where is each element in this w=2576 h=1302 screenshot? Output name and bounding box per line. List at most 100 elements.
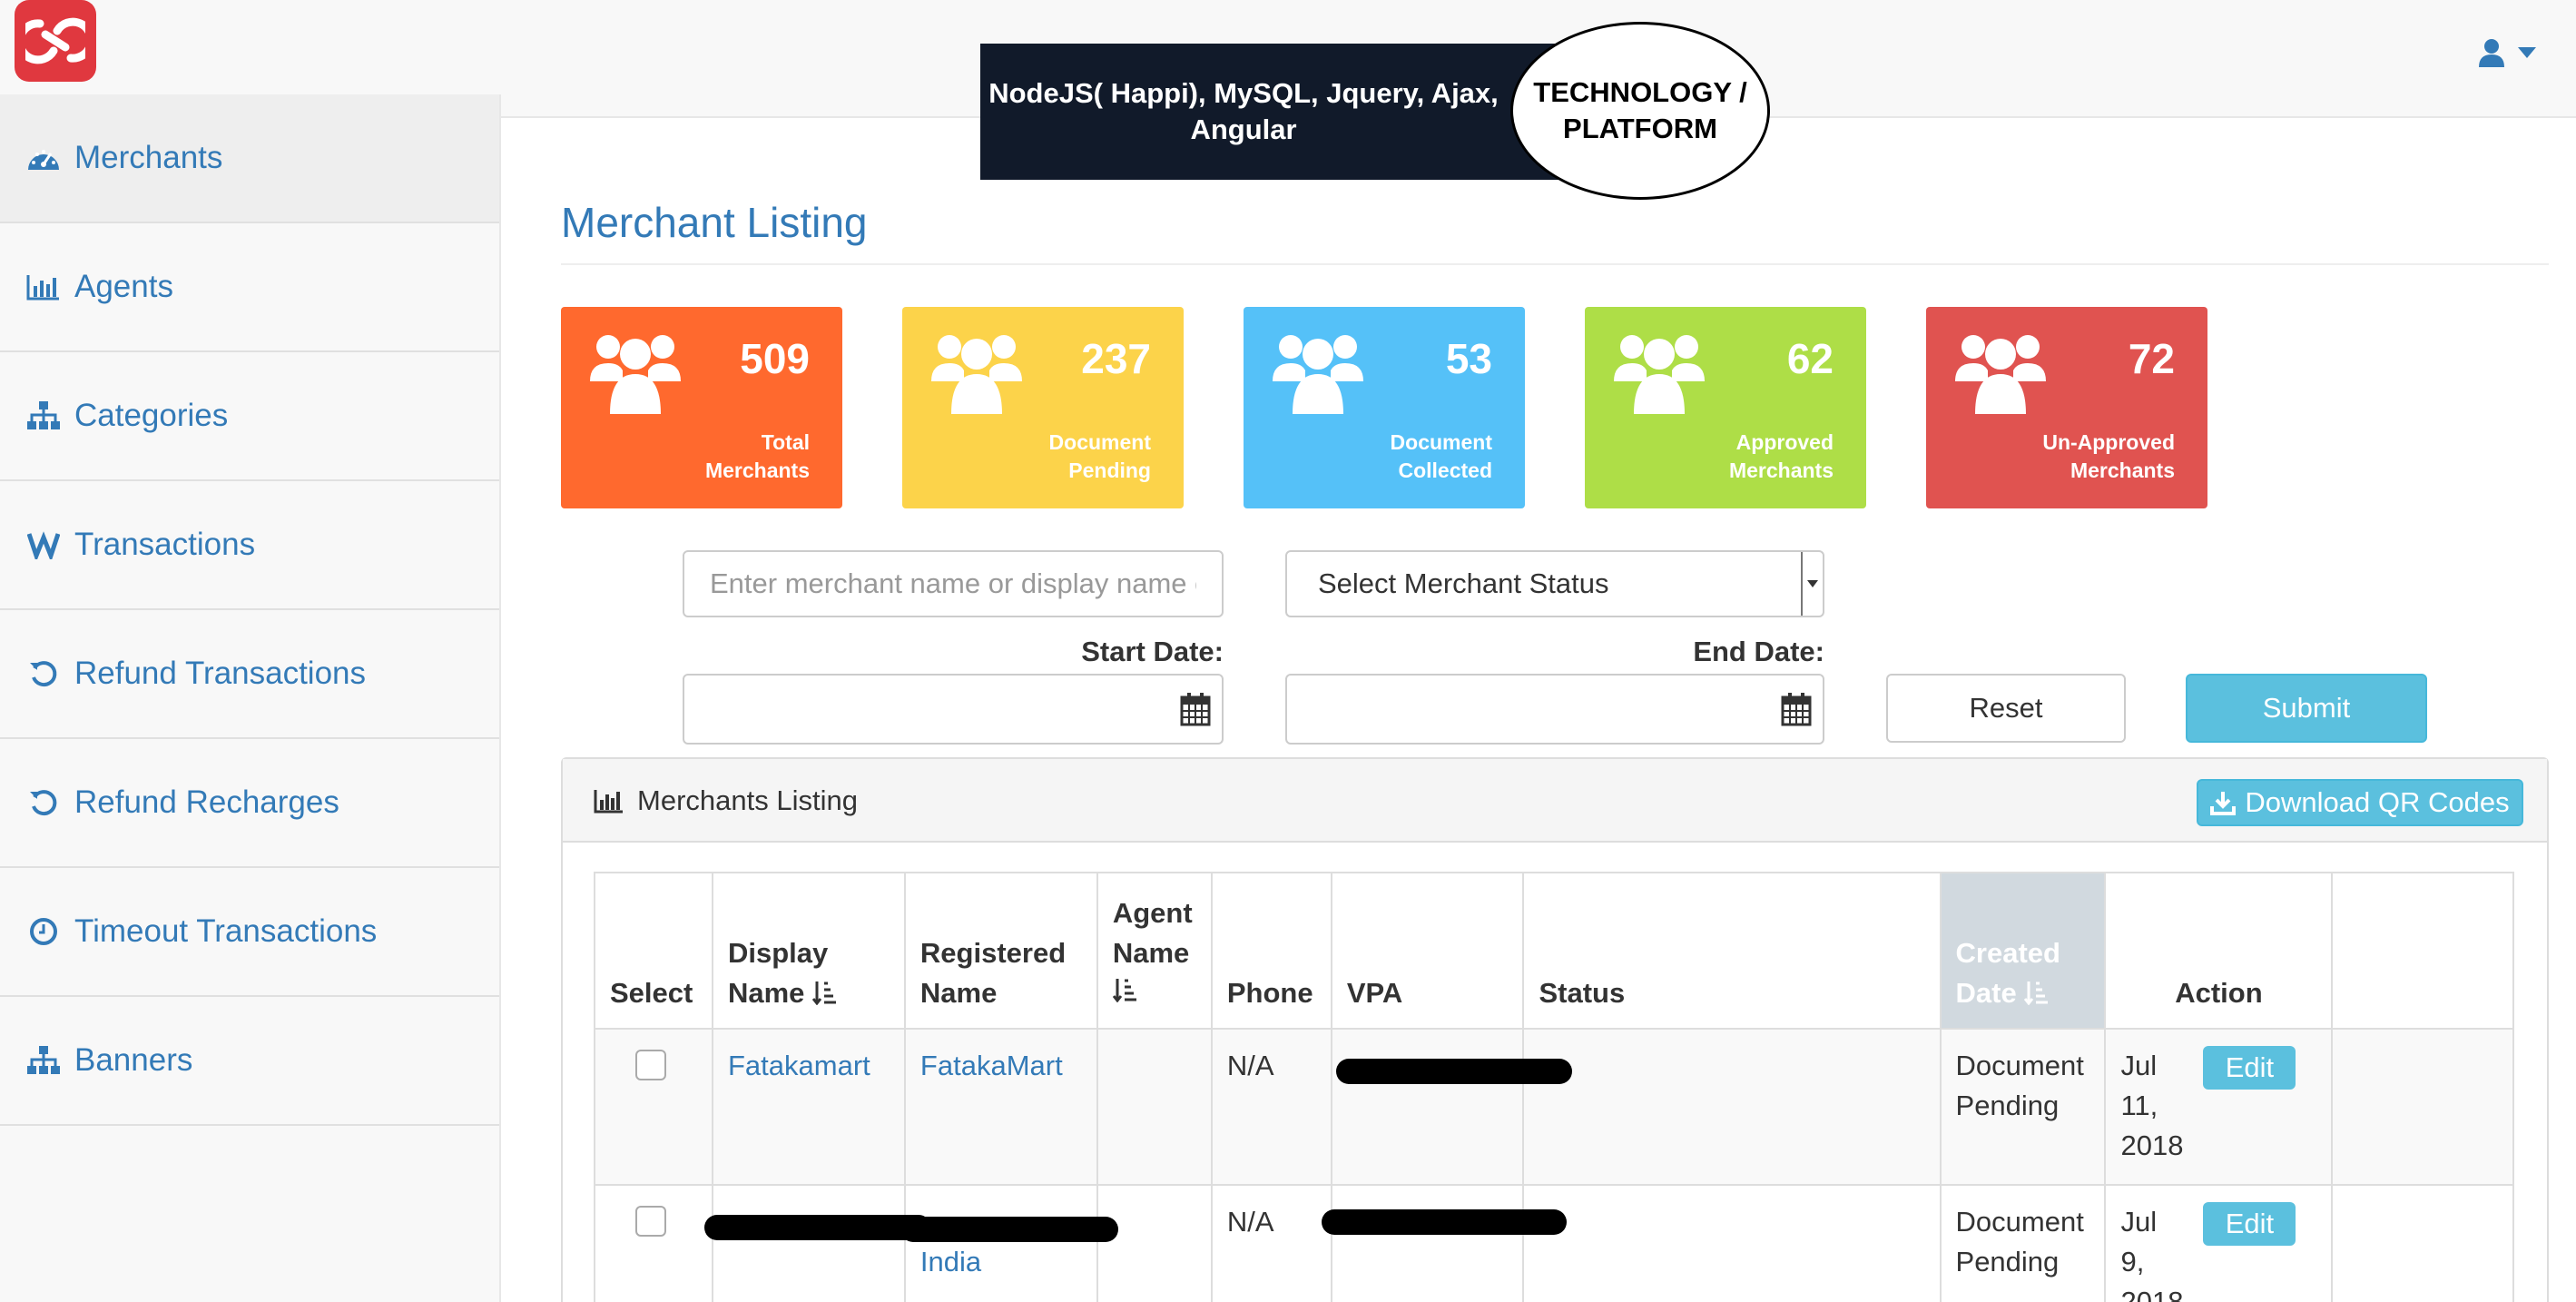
reset-button[interactable]: Reset [1886, 674, 2126, 743]
start-date-label: Start Date: [1081, 636, 1224, 667]
display-name-cell[interactable]: Fatakamart [711, 1028, 906, 1186]
status-cell [1522, 1184, 1942, 1302]
user-icon [2479, 39, 2504, 67]
redacted-registered-name [900, 1217, 1118, 1242]
sidebar-item-timeout-transactions[interactable]: Timeout Transactions [0, 868, 499, 997]
merchants-listing-panel: Merchants Listing Download QR Codes Sele… [561, 757, 2549, 1302]
column-header-select: Select [594, 872, 713, 1030]
stat-card-unapproved-merchants[interactable]: 72 Un-Approved Merchants [1926, 307, 2207, 508]
created-date-cell: Jul 9, 2018 Edit [2104, 1184, 2334, 1302]
sidebar-item-label: Transactions [74, 527, 256, 562]
column-header-registered-name: Registered Name [903, 872, 1098, 1030]
app-logo[interactable] [15, 0, 96, 82]
empty-cell [2331, 1184, 2514, 1302]
column-header-action: Action [2104, 872, 2334, 1030]
registered-name-cell[interactable]: FatakaMart [903, 1028, 1098, 1186]
stat-card-total-merchants[interactable]: 509 Total Merchants [561, 307, 842, 508]
panel-title: Merchants Listing [594, 784, 858, 817]
row-checkbox[interactable] [635, 1206, 666, 1237]
stat-card-document-pending[interactable]: 237 Document Pending [902, 307, 1184, 508]
sitemap-icon [25, 398, 62, 434]
select-cell [594, 1028, 713, 1186]
bar-chart-icon [25, 269, 62, 305]
sidebar-item-label: Agents [74, 269, 173, 304]
sidebar-item-label: Refund Transactions [74, 656, 367, 691]
end-date-label: End Date: [1693, 636, 1824, 667]
column-header-vpa: VPA [1330, 872, 1525, 1030]
select-cell [594, 1184, 713, 1302]
stat-label: Total Merchants [704, 430, 810, 482]
merchant-status-select[interactable]: Select Merchant Status [1285, 550, 1824, 617]
stat-label: Approved Merchants [1728, 430, 1834, 482]
merchant-search-input[interactable] [683, 550, 1224, 617]
sidebar-item-refund-transactions[interactable]: Refund Transactions [0, 610, 499, 739]
redacted-vpa [1335, 1059, 1572, 1084]
column-header-created-date[interactable]: Created Date [1939, 872, 2107, 1030]
stat-label: Un-Approved Merchants [2042, 430, 2175, 482]
created-status-cell: Document Pending [1939, 1028, 2107, 1186]
sidebar-item-banners[interactable]: Banners [0, 997, 499, 1126]
vpa-cell [1321, 1184, 1567, 1302]
phone-cell: N/A [1210, 1028, 1332, 1186]
panel-header: Merchants Listing Download QR Codes [563, 759, 2547, 843]
undo-icon [25, 784, 62, 821]
column-header-agent-name[interactable]: Agent Name [1096, 872, 1213, 1030]
user-menu[interactable] [2478, 38, 2536, 67]
sort-icon[interactable] [2024, 980, 2049, 1006]
undo-icon [25, 656, 62, 692]
select-arrow-icon [1801, 552, 1823, 616]
merchants-table: Select Display Name Registered Name Agent N… [594, 872, 2514, 1302]
edit-button[interactable]: Edit [2203, 1202, 2296, 1246]
stat-card-document-collected[interactable]: 53 Document Collected [1244, 307, 1525, 508]
registered-name-cell[interactable]: India [900, 1184, 1118, 1302]
download-icon [2210, 792, 2237, 815]
clock-icon [25, 913, 62, 950]
end-date-input[interactable] [1285, 674, 1824, 745]
redacted-display-name [703, 1215, 931, 1240]
stat-card-approved-merchants[interactable]: 62 Approved Merchants [1585, 307, 1866, 508]
display-name-cell[interactable] [703, 1184, 931, 1302]
technology-banner: NodeJS( Happi), MySQL, Jquery, Ajax, Ang… [980, 44, 1579, 180]
users-icon [1271, 327, 1365, 422]
sidebar-item-agents[interactable]: Agents [0, 223, 499, 352]
infinity-logo-icon [25, 17, 85, 64]
sidebar-item-transactions[interactable]: Transactions [0, 481, 499, 610]
column-header-display-name[interactable]: Display Name [711, 872, 906, 1030]
row-checkbox[interactable] [635, 1050, 666, 1080]
bar-chart-icon [594, 790, 623, 814]
sidebar-item-refund-recharges[interactable]: Refund Recharges [0, 739, 499, 868]
submit-button[interactable]: Submit [2186, 674, 2427, 743]
stat-value: 72 [2128, 335, 2175, 382]
stat-value: 62 [1786, 335, 1834, 382]
edit-button[interactable]: Edit [2203, 1046, 2296, 1090]
redacted-vpa [1321, 1209, 1567, 1235]
download-qr-codes-button[interactable]: Download QR Codes [2197, 779, 2523, 826]
sitemap-icon [25, 1042, 62, 1079]
stat-value: 237 [1081, 335, 1151, 382]
users-icon [1612, 327, 1706, 422]
calendar-icon[interactable] [1781, 692, 1812, 734]
stat-label: Document Collected [1390, 430, 1492, 482]
stat-value: 53 [1445, 335, 1492, 382]
sidebar-item-label: Timeout Transactions [74, 913, 378, 949]
technology-text: NodeJS( Happi), MySQL, Jquery, Ajax, Ang… [988, 77, 1499, 145]
start-date-input[interactable] [683, 674, 1224, 745]
sidebar-item-label: Refund Recharges [74, 784, 339, 820]
sidebar-item-merchants[interactable]: Merchants [0, 94, 499, 223]
technology-platform-oval: TECHNOLOGY / PLATFORM [1510, 22, 1770, 200]
users-icon [1953, 327, 2048, 422]
column-header-phone: Phone [1210, 872, 1332, 1030]
sort-icon[interactable] [811, 980, 837, 1006]
users-icon [929, 327, 1024, 422]
status-select-value: Select Merchant Status [1318, 567, 1609, 599]
status-cell [1522, 1028, 1942, 1186]
table-header-row: Select Display Name Registered Name Agent N… [594, 872, 2514, 1030]
sort-icon[interactable] [1112, 977, 1136, 1003]
sidebar-item-categories[interactable]: Categories [0, 352, 499, 481]
stat-label: Document Pending [1048, 430, 1151, 482]
agent-name-cell [1096, 1184, 1213, 1302]
calendar-icon[interactable] [1180, 692, 1211, 734]
sidebar-item-label: Merchants [74, 140, 223, 175]
technology-oval-label: TECHNOLOGY / PLATFORM [1533, 76, 1747, 144]
sidebar-item-label: Categories [74, 398, 229, 433]
